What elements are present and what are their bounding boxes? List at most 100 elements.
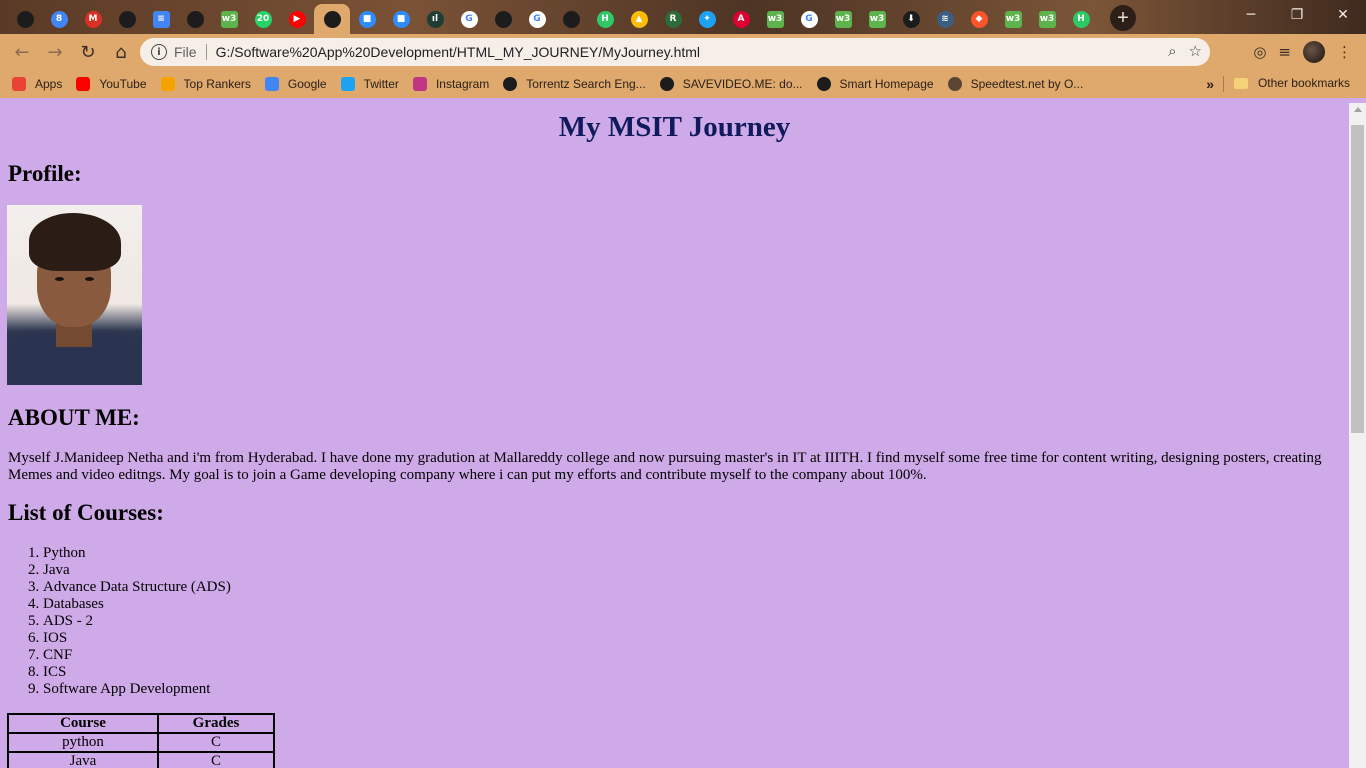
course-cell: Java	[7, 751, 159, 768]
browser-tab[interactable]: ıl	[418, 4, 452, 34]
browser-tab[interactable]: ■	[384, 4, 418, 34]
browser-tab[interactable]	[8, 4, 42, 34]
browser-tab[interactable]: ✦	[690, 4, 724, 34]
bookmark-label: SAVEVIDEO.ME: do...	[682, 77, 803, 91]
bookmark-label: Top Rankers	[183, 77, 251, 91]
browser-tab[interactable]: w3	[860, 4, 894, 34]
w3schools-icon: w3	[868, 10, 886, 28]
profile-avatar[interactable]	[1303, 41, 1325, 63]
course-list-item: ICS	[43, 664, 231, 681]
browser-tab[interactable]: G	[452, 4, 486, 34]
home-button[interactable]: ⌂	[105, 36, 137, 68]
bookmark-item[interactable]: YouTube	[76, 77, 147, 91]
url-text[interactable]: G:/Software%20App%20Development/HTML_MY_…	[216, 44, 700, 60]
bookmark-item[interactable]: Speedtest.net by O...	[947, 77, 1083, 91]
browser-tab[interactable]: H	[1064, 4, 1098, 34]
bookmark-label: YouTube	[99, 77, 147, 91]
minimize-button[interactable]: ─	[1228, 0, 1274, 30]
browser-tab[interactable]: 8	[42, 4, 76, 34]
zoom-icon[interactable]: ⌕	[1168, 42, 1176, 60]
savevideo-icon	[659, 77, 674, 91]
profile-heading: Profile:	[8, 161, 82, 186]
tab-strip: 8 M ≡ w3 20 ▶ ■ ■ ıl G G H ▲ R ✦ Aw3 Gw3 w3 ⬇ ≋ ◆ w3 w3 H + ─ ❐…	[0, 0, 1366, 34]
browser-tab[interactable]: 20	[246, 4, 280, 34]
menu-kebab-icon[interactable]: ⋮	[1337, 43, 1352, 61]
bookmark-item[interactable]: Top Rankers	[160, 77, 251, 91]
other-bookmarks-label: Other bookmarks	[1257, 76, 1350, 90]
extension-icon[interactable]: ◎	[1253, 43, 1266, 61]
github-icon	[118, 10, 136, 28]
w3schools-icon: w3	[766, 10, 784, 28]
close-window-button[interactable]: ✕	[1320, 0, 1366, 30]
globe-icon	[16, 10, 34, 28]
toprankers-icon	[160, 77, 175, 91]
browser-tab[interactable]	[314, 4, 350, 34]
bookmark-item[interactable]: SAVEVIDEO.ME: do...	[659, 77, 803, 91]
page-viewport: My MSIT Journey Profile: ABOUT ME: Mysel…	[0, 98, 1349, 768]
course-list-item: IOS	[43, 630, 231, 647]
google-icon: G	[460, 10, 478, 28]
info-icon[interactable]: i	[151, 44, 167, 60]
browser-tab[interactable]: ≋	[928, 4, 962, 34]
zoom-icon: ■	[358, 10, 376, 28]
browser-tab[interactable]	[486, 4, 520, 34]
browser-tab[interactable]: M	[76, 4, 110, 34]
bookmark-item[interactable]: Apps	[12, 77, 62, 91]
bookmarks-bar: Apps YouTube Top Rankers Google Twitter Insta…	[0, 70, 1366, 98]
calendar-icon: 8	[50, 10, 68, 28]
browser-tab[interactable]: G	[792, 4, 826, 34]
browser-tab[interactable]: R	[656, 4, 690, 34]
google-icon	[264, 77, 279, 91]
scroll-up-arrow-icon[interactable]	[1354, 107, 1362, 112]
bookmark-star-icon[interactable]: ☆	[1189, 42, 1202, 60]
browser-tab[interactable]: ◆	[962, 4, 996, 34]
reload-button[interactable]: ↻	[72, 36, 104, 68]
browser-tab[interactable]: ▶	[280, 4, 314, 34]
browser-tab[interactable]	[554, 4, 588, 34]
browser-toolbar: ← → ↻ ⌂ i File G:/Software%20App%20Devel…	[0, 34, 1366, 70]
globe-icon	[503, 77, 518, 91]
courses-heading: List of Courses:	[8, 500, 164, 525]
other-bookmarks-button[interactable]: Other bookmarks	[1233, 76, 1350, 90]
whatsapp-icon: 20	[254, 10, 272, 28]
browser-tab[interactable]: A	[724, 4, 758, 34]
bookmark-item[interactable]: Torrentz Search Eng...	[503, 77, 646, 91]
back-button[interactable]: ←	[6, 36, 38, 68]
restore-button[interactable]: ❐	[1274, 0, 1320, 30]
google-icon: G	[800, 10, 818, 28]
browser-tab[interactable]: w3	[758, 4, 792, 34]
bookmarks-divider	[1223, 76, 1224, 92]
bookmark-item[interactable]: Smart Homepage	[816, 77, 934, 91]
browser-tab[interactable]: ▲	[622, 4, 656, 34]
browser-tab[interactable]	[110, 4, 144, 34]
scrollbar-thumb[interactable]	[1351, 125, 1364, 433]
bookmark-item[interactable]: Google	[264, 77, 327, 91]
new-tab-button[interactable]: +	[1110, 5, 1136, 31]
browser-tab[interactable]: H	[588, 4, 622, 34]
bookmarks-overflow-button[interactable]: »	[1206, 76, 1214, 92]
browser-tab[interactable]: w3	[1030, 4, 1064, 34]
browser-tab[interactable]: w3	[212, 4, 246, 34]
browser-tab[interactable]: w3	[996, 4, 1030, 34]
forward-button[interactable]: →	[39, 36, 71, 68]
browser-tab[interactable]: ⬇	[894, 4, 928, 34]
course-list-item: Databases	[43, 596, 231, 613]
address-bar[interactable]: i File G:/Software%20App%20Development/H…	[140, 38, 1210, 66]
browser-tab[interactable]	[178, 4, 212, 34]
vertical-scrollbar[interactable]	[1349, 103, 1366, 768]
google-icon: G	[528, 10, 546, 28]
instagram-icon	[412, 77, 427, 91]
folder-icon	[1233, 77, 1248, 89]
bookmark-item[interactable]: Twitter	[340, 77, 399, 91]
media-queue-icon[interactable]: ≡	[1278, 43, 1291, 61]
browser-tab[interactable]: G	[520, 4, 554, 34]
window-controls: ─ ❐ ✕	[1228, 0, 1366, 30]
brave-icon: ◆	[970, 10, 988, 28]
twitter-icon: ✦	[698, 10, 716, 28]
hackerrank-icon: H	[1072, 10, 1090, 28]
globe-icon	[562, 10, 580, 28]
browser-tab[interactable]: w3	[826, 4, 860, 34]
browser-tab[interactable]: ≡	[144, 4, 178, 34]
browser-tab[interactable]: ■	[350, 4, 384, 34]
bookmark-item[interactable]: Instagram	[412, 77, 489, 91]
